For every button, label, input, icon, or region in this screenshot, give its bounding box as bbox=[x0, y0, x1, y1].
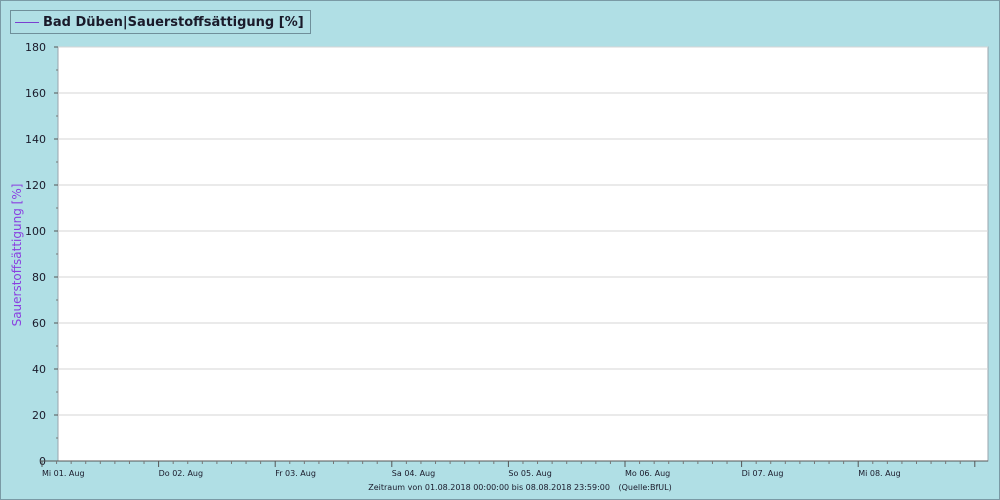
y-tick-label: 180 bbox=[25, 41, 46, 54]
time-range-label: Zeitraum von 01.08.2018 00:00:00 bis 08.… bbox=[368, 483, 610, 492]
chart-footer: Zeitraum von 01.08.2018 00:00:00 bis 08.… bbox=[0, 483, 1000, 492]
x-tick-label: So 05. Aug bbox=[508, 469, 551, 478]
x-tick-label: Fr 03. Aug bbox=[275, 469, 316, 478]
y-tick-label: 40 bbox=[32, 363, 46, 376]
chart-plot: 020406080100120140160180Mi 01. AugDo 02.… bbox=[25, 41, 989, 478]
source-label: (Quelle:BfUL) bbox=[618, 483, 672, 492]
plot-area bbox=[57, 46, 989, 462]
x-tick-label: Di 07. Aug bbox=[742, 469, 784, 478]
y-tick-label: 80 bbox=[32, 271, 46, 284]
x-tick-label: Sa 04. Aug bbox=[392, 469, 435, 478]
x-tick-label: Mi 08. Aug bbox=[858, 469, 901, 478]
x-tick-label: Mi 01. Aug bbox=[42, 469, 85, 478]
y-tick-label: 160 bbox=[25, 87, 46, 100]
y-tick-label: 60 bbox=[32, 317, 46, 330]
y-tick-label: 120 bbox=[25, 179, 46, 192]
y-tick-label: 140 bbox=[25, 133, 46, 146]
y-tick-label: 20 bbox=[32, 409, 46, 422]
x-tick-label: Do 02. Aug bbox=[159, 469, 203, 478]
x-tick-label: Mo 06. Aug bbox=[625, 469, 670, 478]
y-tick-label: 100 bbox=[25, 225, 46, 238]
